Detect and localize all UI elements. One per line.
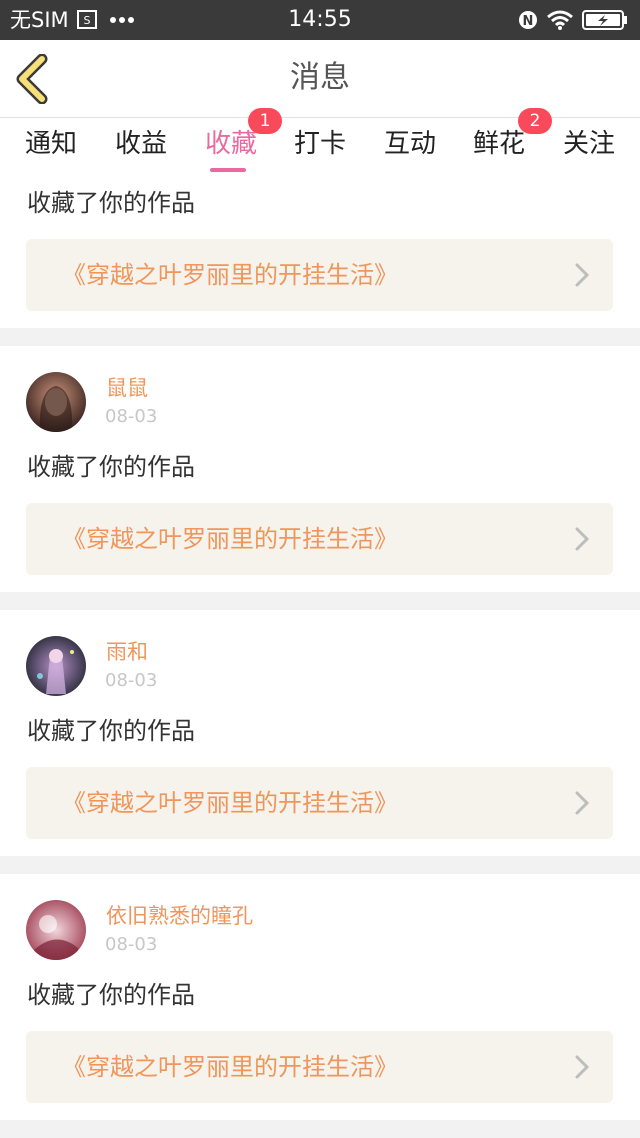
status-time: 14:55	[288, 7, 352, 32]
tab-interaction[interactable]: 互动	[365, 118, 455, 174]
tab-label: 打卡	[293, 129, 346, 159]
username[interactable]: 雨和	[106, 638, 148, 666]
tab-label: 互动	[383, 129, 436, 159]
tab-label: 鲜花	[472, 129, 525, 159]
tab-favorites[interactable]: 收藏 1	[186, 108, 282, 174]
avatar[interactable]	[26, 372, 86, 432]
tab-label: 通知	[24, 129, 77, 159]
work-title: 《穿越之叶罗丽里的开挂生活》	[62, 261, 398, 289]
work-title: 《穿越之叶罗丽里的开挂生活》	[62, 789, 398, 817]
work-title: 《穿越之叶罗丽里的开挂生活》	[62, 525, 398, 553]
tab-bar: 通知 收益 收藏 1 打卡 互动 鲜花 2 关注	[0, 108, 640, 174]
action-text: 收藏了你的作品	[27, 189, 195, 217]
chevron-right-icon	[575, 791, 589, 815]
user-row: 鼠鼠 08-03	[26, 372, 586, 434]
work-link[interactable]: 《穿越之叶罗丽里的开挂生活》	[26, 1031, 613, 1103]
tab-label: 关注	[562, 129, 615, 159]
page-title: 消息	[290, 60, 350, 95]
action-text: 收藏了你的作品	[27, 717, 195, 745]
message-date: 08-03	[105, 670, 158, 691]
message-card: 鼠鼠 08-03 收藏了你的作品 《穿越之叶罗丽里的开挂生活》	[0, 346, 640, 592]
work-link[interactable]: 《穿越之叶罗丽里的开挂生活》	[26, 239, 613, 311]
header: 消息	[0, 40, 640, 118]
work-link[interactable]: 《穿越之叶罗丽里的开挂生活》	[26, 767, 613, 839]
tab-follow[interactable]: 关注	[544, 118, 634, 174]
user-row: 依旧熟悉的瞳孔 08-03	[26, 900, 586, 962]
user-row: 雨和 08-03	[26, 636, 586, 698]
message-date: 08-03	[105, 934, 158, 955]
message-card: 依旧熟悉的瞳孔 08-03 收藏了你的作品 《穿越之叶罗丽里的开挂生活》	[0, 874, 640, 1120]
nfc-icon: N	[519, 11, 537, 29]
username[interactable]: 依旧熟悉的瞳孔	[106, 902, 253, 930]
message-card: 收藏了你的作品 《穿越之叶罗丽里的开挂生活》	[0, 174, 640, 328]
wifi-icon	[547, 10, 573, 30]
tab-flowers[interactable]: 鲜花 2	[454, 108, 552, 174]
message-date: 08-03	[105, 406, 158, 427]
battery-charging-icon	[582, 10, 627, 30]
chevron-right-icon	[575, 527, 589, 551]
tab-label: 收益	[114, 129, 167, 159]
status-bar: 无SIM S 14:55 N	[0, 0, 640, 40]
active-tab-indicator	[210, 168, 246, 172]
chevron-right-icon	[575, 1055, 589, 1079]
tab-checkin[interactable]: 打卡	[275, 118, 365, 174]
work-link[interactable]: 《穿越之叶罗丽里的开挂生活》	[26, 503, 613, 575]
action-text: 收藏了你的作品	[27, 453, 195, 481]
message-card: 雨和 08-03 收藏了你的作品 《穿越之叶罗丽里的开挂生活》	[0, 610, 640, 856]
action-text: 收藏了你的作品	[27, 981, 195, 1009]
tab-earnings[interactable]: 收益	[96, 118, 186, 174]
chevron-right-icon	[575, 263, 589, 287]
username[interactable]: 鼠鼠	[106, 374, 148, 402]
avatar[interactable]	[26, 636, 86, 696]
avatar[interactable]	[26, 900, 86, 960]
tab-label: 收藏	[204, 129, 257, 159]
tab-notice[interactable]: 通知	[6, 118, 96, 174]
work-title: 《穿越之叶罗丽里的开挂生活》	[62, 1053, 398, 1081]
svg-text:N: N	[523, 14, 534, 29]
